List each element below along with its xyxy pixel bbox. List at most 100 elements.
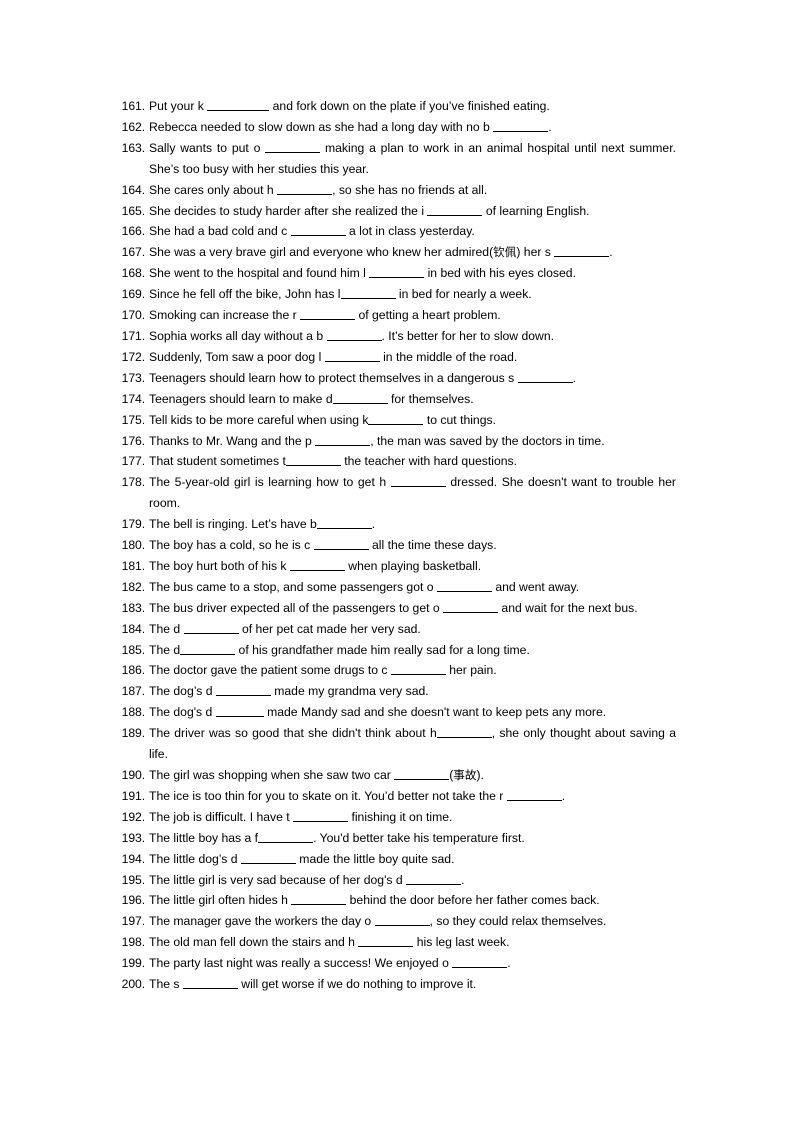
sentence-text: all the time these days. [368,538,497,553]
answer-blank[interactable] [427,203,483,216]
item-sentence: She went to the hospital and found him l… [145,263,676,284]
exercise-item: 173. Teenagers should learn how to protec… [120,368,676,389]
item-number: 192. [121,809,145,824]
item-number: 173. [121,370,145,385]
answer-blank[interactable] [374,913,430,927]
answer-blank[interactable] [240,851,296,864]
item-number: 199. [121,956,145,971]
item-number: 168. [121,266,145,281]
answer-blank[interactable] [332,391,388,404]
answer-blank[interactable] [394,767,450,780]
item-number: 170. [121,308,145,323]
exercise-list: 161. Put your k and fork down on the plat… [120,96,676,995]
answer-blank[interactable] [443,600,499,613]
answer-blank[interactable] [289,558,345,571]
item-sentence: The little dog’s d made the little boy q… [145,849,676,870]
sentence-text: . You'd better take his temperature firs… [313,830,525,845]
exercise-item: 200. The s will get worse if we do nothin… [120,974,676,995]
sentence-text: The bus driver expected all of the passe… [149,600,444,615]
answer-blank[interactable] [207,98,270,111]
sentence-text: That student sometimes t [149,454,286,469]
item-number: 185. [121,642,145,657]
exercise-item: 198. The old man fell down the stairs and… [120,932,676,953]
chinese-gloss: 钦佩 [493,245,517,260]
answer-blank[interactable] [316,516,372,530]
sentence-text: The 5-year-old girl is learning how to g… [149,475,391,490]
answer-blank[interactable] [293,809,349,822]
answer-blank[interactable] [340,286,396,300]
sentence-text: a lot in class yesterday. [345,224,475,239]
item-number: 179. [121,517,145,532]
sentence-text: his leg last week. [413,935,510,950]
item-number: 187. [121,684,145,699]
answer-blank[interactable] [326,328,382,341]
answer-blank[interactable] [436,579,492,592]
answer-blank[interactable] [315,433,371,446]
sentence-text: of his grandfather made him really sad f… [235,642,530,657]
exercise-item: 167. She was a very brave girl and everyo… [120,242,676,263]
exercise-item: 169. Since he fell off the bike, John has… [120,284,676,305]
sentence-text: The dog’s d [149,684,216,699]
item-sentence: She had a bad cold and c a lot in class … [145,221,676,242]
answer-blank[interactable] [390,474,446,488]
answer-blank[interactable] [517,370,573,383]
sentence-text: The bus came to a stop, and some passeng… [149,579,437,594]
answer-blank[interactable] [290,223,346,237]
answer-blank[interactable] [182,976,238,990]
item-sentence: The little girl often hides h behind the… [145,890,676,911]
answer-blank[interactable] [258,830,314,843]
answer-blank[interactable] [324,349,380,362]
sentence-text: for themselves. [387,391,474,406]
item-number: 174. [121,391,145,406]
answer-blank[interactable] [493,119,549,132]
item-number: 183. [121,600,145,615]
answer-blank[interactable] [215,683,271,697]
exercise-item: 192. The job is difficult. I have t finis… [120,807,676,828]
answer-blank[interactable] [436,725,492,739]
sentence-text: The old man fell down the stairs and h [149,935,359,950]
exercise-item: 176. Thanks to Mr. Wang and the p , the m… [120,431,676,452]
answer-blank[interactable] [390,662,446,676]
exercise-item: 178. The 5-year-old girl is learning how … [120,472,676,514]
answer-blank[interactable] [277,182,333,195]
answer-blank[interactable] [183,621,239,634]
item-sentence: Suddenly, Tom saw a poor dog l in the mi… [145,347,676,368]
answer-blank[interactable] [506,788,562,801]
sentence-text: ) her s [516,245,555,260]
answer-blank[interactable] [406,872,462,885]
sentence-text: Rebecca needed to slow down as she had a… [149,119,494,134]
exercise-item: 172. Suddenly, Tom saw a poor dog l in th… [120,347,676,368]
exercise-item: 181. The boy hurt both of his k when play… [120,556,676,577]
item-sentence: Tell kids to be more careful when using … [145,410,676,431]
answer-blank[interactable] [265,140,321,153]
sentence-text: in bed for nearly a week. [395,287,532,302]
sentence-text: to cut things. [423,412,496,427]
answer-blank[interactable] [452,955,508,969]
item-sentence: She was a very brave girl and everyone w… [145,242,676,263]
exercise-item: 187. The dog’s d made my grandma very sad… [120,681,676,702]
sentence-text: The little dog’s d [149,851,241,866]
document-page: 161. Put your k and fork down on the plat… [0,0,794,1123]
answer-blank[interactable] [215,704,264,718]
exercise-item: 175. Tell kids to be more careful when us… [120,410,676,431]
answer-blank[interactable] [368,412,424,425]
exercise-item: 184. The d of her pet cat made her very s… [120,619,676,640]
answer-blank[interactable] [554,244,610,258]
answer-blank[interactable] [300,307,356,321]
exercise-item: 166. She had a bad cold and c a lot in cl… [120,221,676,242]
sentence-text: of her pet cat made her very sad. [238,621,421,636]
answer-blank[interactable] [285,453,341,467]
answer-blank[interactable] [358,934,414,948]
answer-blank[interactable] [180,642,236,655]
sentence-text: . [461,872,465,887]
sentence-text: The little boy has a f [149,830,259,845]
exercise-item: 199. The party last night was really a su… [120,953,676,974]
sentence-text: The boy has a cold, so he is c [149,538,314,553]
answer-blank[interactable] [313,537,369,551]
item-sentence: She decides to study harder after she re… [145,201,676,222]
sentence-text: . It’s better for her to slow down. [381,328,555,343]
answer-blank[interactable] [291,892,347,906]
sentence-text: The boy hurt both of his k [149,558,290,573]
item-sentence: The dog’s d made my grandma very sad. [145,681,676,702]
answer-blank[interactable] [369,265,425,279]
